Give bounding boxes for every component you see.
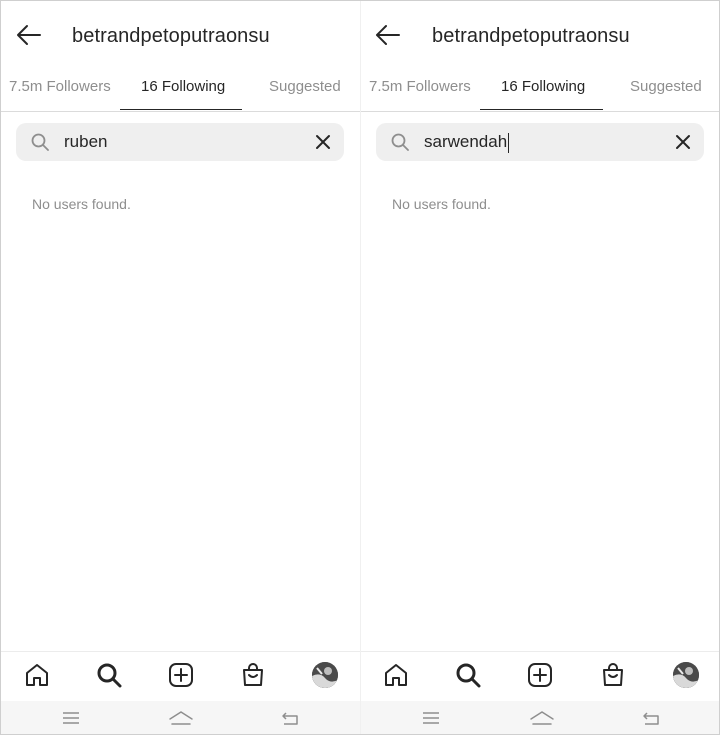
search-icon[interactable] [96,662,122,688]
tab-followers[interactable]: 7.5m Followers [9,78,111,95]
menu-icon[interactable] [421,710,441,726]
back-button-icon[interactable] [280,710,300,726]
home-button-icon[interactable] [168,710,194,726]
search-input-text: sarwendah [424,132,508,151]
shop-icon[interactable] [600,662,626,688]
active-tab-indicator [120,109,242,110]
search-icon [391,133,409,151]
empty-results-message: No users found. [32,196,131,212]
search-icon[interactable] [455,662,481,688]
bottom-navigation [361,651,719,702]
bottom-navigation [1,651,360,702]
text-cursor [508,132,510,153]
search-input[interactable]: ruben [64,123,107,161]
search-input[interactable]: sarwendah [424,123,510,161]
tab-suggested[interactable]: Suggested [269,78,341,95]
header: betrandpetoputraonsu [361,1,719,71]
active-tab-indicator [480,109,603,110]
tab-bar: 7.5m Followers 16 Following Suggested [361,71,719,112]
header: betrandpetoputraonsu [1,1,360,71]
clear-search-icon[interactable] [315,134,331,150]
panel-right: betrandpetoputraonsu 7.5m Followers 16 F… [360,1,719,734]
system-navigation-bar [361,701,719,734]
search-icon [31,133,49,151]
create-post-icon[interactable] [168,662,194,688]
profile-username: betrandpetoputraonsu [72,25,270,47]
back-button-icon[interactable] [641,710,661,726]
clear-search-icon[interactable] [675,134,691,150]
system-navigation-bar [1,701,360,734]
home-button-icon[interactable] [529,710,555,726]
tab-followers[interactable]: 7.5m Followers [369,78,471,95]
home-icon[interactable] [24,662,50,688]
profile-avatar[interactable] [312,662,338,688]
profile-avatar[interactable] [673,662,699,688]
tab-suggested[interactable]: Suggested [630,78,702,95]
avatar-image [312,662,338,688]
profile-username: betrandpetoputraonsu [432,25,630,47]
shop-icon[interactable] [240,662,266,688]
tab-following[interactable]: 16 Following [501,78,585,95]
home-icon[interactable] [383,662,409,688]
menu-icon[interactable] [61,710,81,726]
empty-results-message: No users found. [392,196,491,212]
create-post-icon[interactable] [527,662,553,688]
panel-left: betrandpetoputraonsu 7.5m Followers 16 F… [1,1,360,734]
avatar-image [673,662,699,688]
split-screen: betrandpetoputraonsu 7.5m Followers 16 F… [0,0,720,735]
tab-bar: 7.5m Followers 16 Following Suggested [1,71,360,112]
search-field[interactable]: sarwendah [376,123,704,161]
tab-following[interactable]: 16 Following [141,78,225,95]
back-arrow-icon[interactable] [374,23,402,47]
search-field[interactable]: ruben [16,123,344,161]
back-arrow-icon[interactable] [15,23,43,47]
